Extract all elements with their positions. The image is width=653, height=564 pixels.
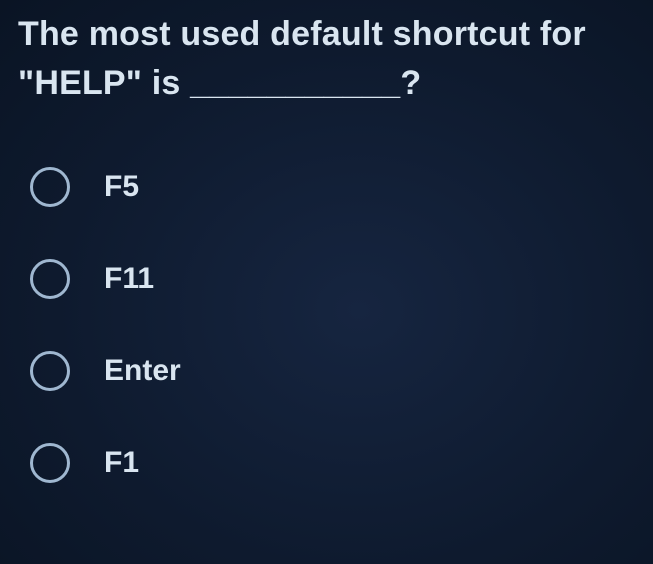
option-label: Enter [104,354,181,388]
option-label: F5 [104,170,139,204]
radio-icon [30,167,70,207]
question-text: The most used default shortcut for "HELP… [18,10,635,109]
radio-icon [30,351,70,391]
option-f1[interactable]: F1 [30,443,635,483]
option-f11[interactable]: F11 [30,259,635,299]
radio-icon [30,443,70,483]
quiz-container: The most used default shortcut for "HELP… [0,0,653,483]
radio-icon [30,259,70,299]
options-list: F5 F11 Enter F1 [18,167,635,483]
option-f5[interactable]: F5 [30,167,635,207]
option-label: F11 [104,262,154,296]
option-enter[interactable]: Enter [30,351,635,391]
option-label: F1 [104,446,139,480]
